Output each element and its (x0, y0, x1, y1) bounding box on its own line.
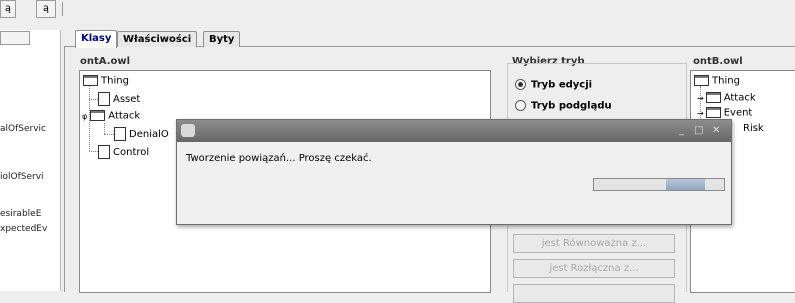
equivalent-button[interactable]: jest Równoważna z... (513, 234, 675, 253)
tree-line (104, 123, 105, 134)
node-label: Attack (723, 92, 756, 104)
toolbar-button-1[interactable]: ą (0, 0, 16, 18)
toolbar: ą ą (0, 0, 795, 18)
left-panel (0, 30, 61, 291)
radio-selected-icon (515, 79, 526, 90)
close-button[interactable]: ✕ (712, 125, 720, 136)
toolbar-separator (62, 2, 63, 16)
progress-bar (593, 178, 725, 191)
tree-line (89, 99, 98, 100)
left-item-4[interactable]: xpectedEv (0, 224, 47, 234)
folder-icon (83, 75, 98, 86)
app-icon (181, 124, 195, 137)
progress-fill (666, 179, 705, 190)
node-label: Control (113, 147, 150, 158)
node-label: Thing (712, 75, 740, 87)
ontA-node-thing[interactable]: Thing (83, 75, 129, 88)
tab-klasy[interactable]: Klasy (75, 30, 118, 48)
maximize-button[interactable]: □ (694, 125, 703, 136)
document-icon (98, 145, 110, 159)
ontA-title: ontA.owl (80, 56, 131, 67)
left-item-1[interactable]: alOfServic (0, 124, 46, 134)
folder-icon (694, 75, 709, 86)
document-icon (98, 92, 110, 106)
node-label: Attack (108, 110, 141, 122)
progress-dialog: _ □ ✕ Tworzenie powiązań... Proszę czeka… (176, 119, 732, 225)
tab-byty[interactable]: Byty (203, 31, 241, 47)
dialog-body: Tworzenie powiązań... Proszę czekać. (177, 142, 731, 224)
ontB-title: ontB.owl (693, 56, 743, 67)
expand-toggle-icon[interactable]: → (697, 109, 704, 118)
ontA-node-denial[interactable]: DenialO (114, 127, 169, 141)
radio-label: Tryb edycji (531, 79, 593, 91)
radio-label: Tryb podglądu (531, 100, 612, 112)
disjoint-button[interactable]: jest Rozłączna z... (513, 259, 675, 278)
left-item-2[interactable]: iolOfServi (0, 172, 44, 182)
left-field[interactable] (0, 31, 30, 45)
node-label: DenialO (129, 129, 169, 140)
left-item-3[interactable]: esirableE (0, 209, 41, 219)
expand-toggle-icon[interactable]: → (697, 94, 704, 103)
tab-wlasciwosci[interactable]: Właściwości (117, 31, 198, 47)
radio-tryb-podgladu[interactable]: Tryb podglądu (515, 100, 612, 112)
radio-unselected-icon (515, 100, 526, 111)
ontA-node-attack[interactable]: φ Attack (82, 110, 140, 123)
folder-icon (705, 92, 721, 103)
dialog-titlebar[interactable]: _ □ ✕ (177, 120, 731, 142)
toolbar-button-2[interactable]: ą (36, 0, 56, 18)
document-icon (114, 127, 126, 141)
ontA-node-control[interactable]: Control (98, 145, 149, 159)
minimize-button[interactable]: _ (679, 125, 684, 136)
relation-button-3[interactable] (513, 284, 675, 303)
node-label: Asset (113, 94, 141, 105)
folder-icon (90, 110, 106, 121)
node-label: Event (723, 107, 753, 119)
tree-line (104, 134, 114, 135)
expand-toggle-icon[interactable]: φ (82, 112, 87, 121)
folder-icon (705, 107, 721, 118)
ontB-node-risk[interactable]: Risk (743, 123, 764, 135)
radio-tryb-edycji[interactable]: Tryb edycji (515, 79, 592, 91)
ontB-node-thing[interactable]: Thing (694, 75, 740, 88)
tree-line (89, 151, 98, 152)
ontA-node-asset[interactable]: Asset (98, 92, 140, 106)
node-label: Thing (101, 75, 129, 87)
node-label: Risk (743, 123, 764, 134)
dialog-message: Tworzenie powiązań... Proszę czekać. (186, 153, 372, 164)
ontB-node-event[interactable]: → Event (697, 107, 752, 120)
ontB-node-attack[interactable]: → Attack (697, 92, 756, 105)
